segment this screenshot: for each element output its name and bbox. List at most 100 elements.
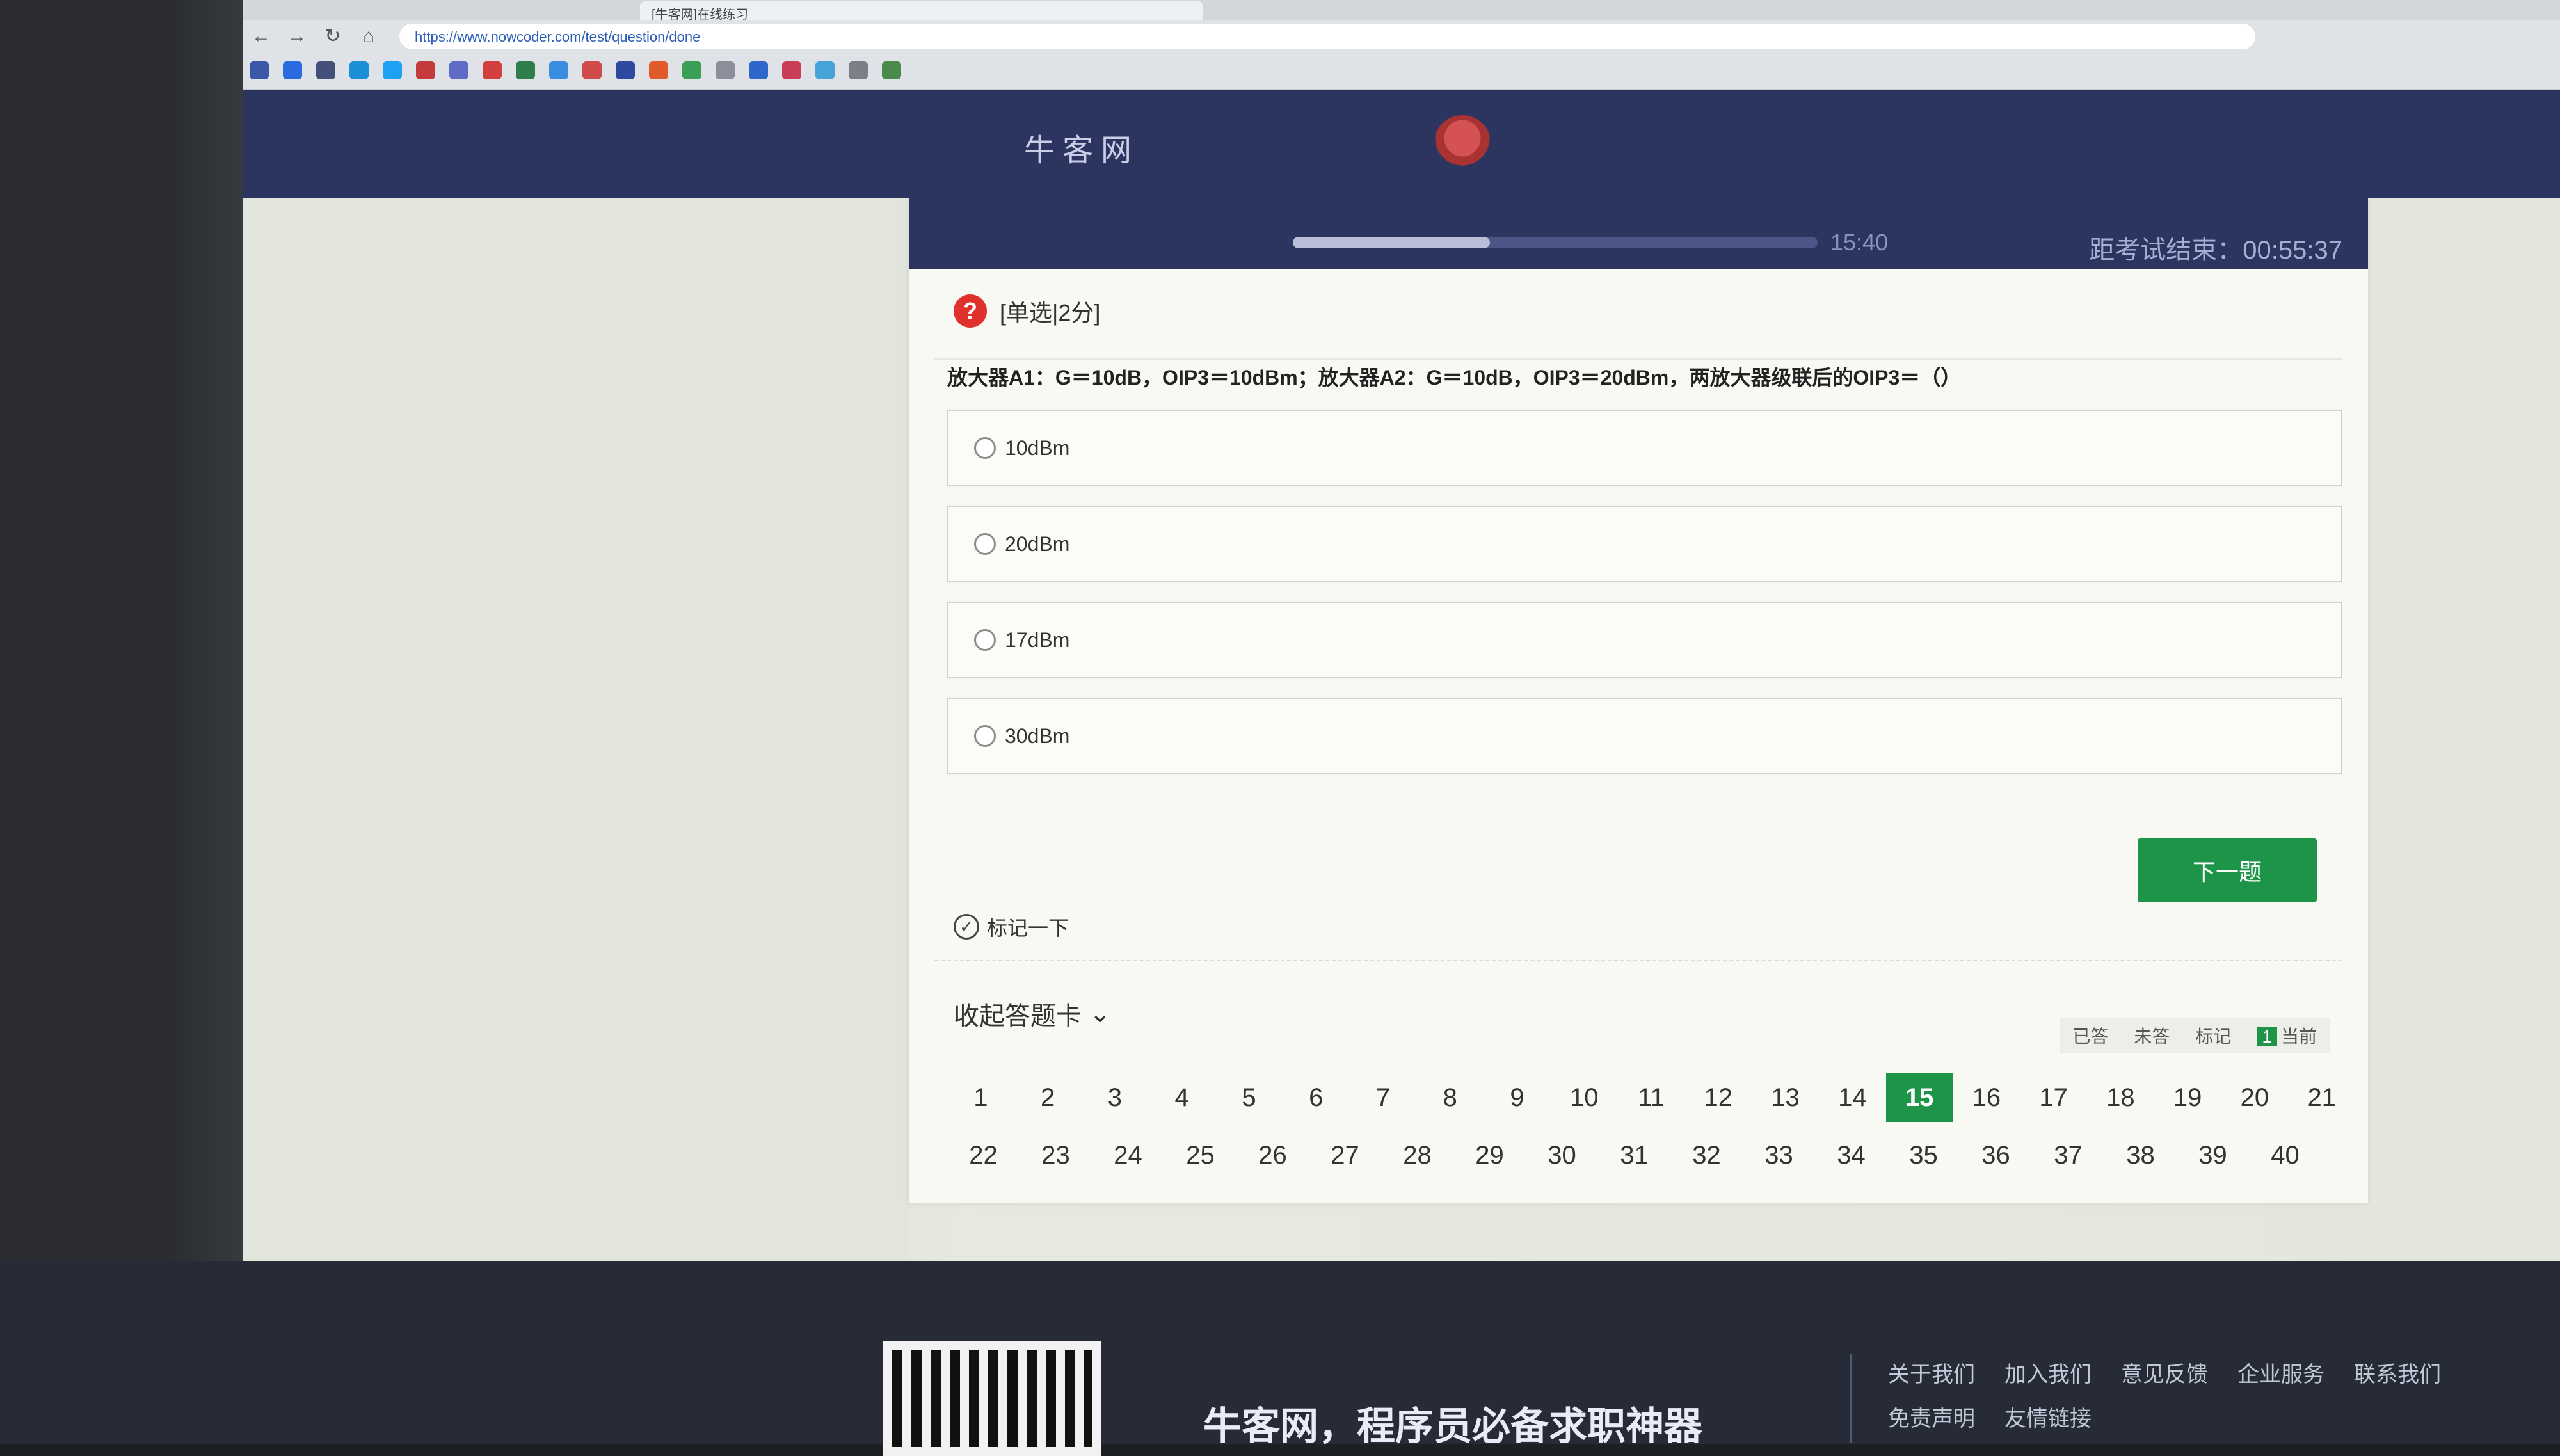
question-number-23[interactable]: 23 [1020,1131,1092,1180]
question-type: [单选|2分] [1000,300,1101,326]
bookmark-icon[interactable] [516,61,535,79]
bookmark-icon[interactable] [749,61,768,79]
collapse-answer-card-button[interactable]: 收起答题卡 ⌄ [954,995,1111,1032]
footer-link[interactable]: 企业服务 [2237,1357,2324,1388]
option-a[interactable]: 10dBm [947,410,2342,486]
question-number-29[interactable]: 29 [1453,1131,1526,1180]
option-label: 30dBm [1005,724,1070,748]
question-number-36[interactable]: 36 [1960,1131,2032,1180]
question-number-39[interactable]: 39 [2177,1131,2249,1180]
question-number-4[interactable]: 4 [1148,1073,1215,1122]
bookmark-icon[interactable] [283,61,302,79]
question-number-10[interactable]: 10 [1551,1073,1618,1122]
question-number-28[interactable]: 28 [1381,1131,1453,1180]
question-number-30[interactable]: 30 [1526,1131,1598,1180]
exam-panel: 15:40 距考试结束：00:55:37 ? [单选|2分] 放大器A1：G＝1… [909,198,2368,1203]
radio-icon[interactable] [974,437,996,459]
radio-icon[interactable] [974,629,996,651]
navigation-bar: ← → ↻ ⌂ https://www.nowcoder.com/test/qu… [243,20,2560,52]
question-number-19[interactable]: 19 [2154,1073,2221,1122]
back-icon[interactable]: ← [243,22,279,51]
site-header: 牛客网 [243,90,2560,198]
bookmark-icon[interactable] [782,61,801,79]
bookmark-icon[interactable] [682,61,701,79]
question-number-7[interactable]: 7 [1350,1073,1417,1122]
question-number-22[interactable]: 22 [947,1131,1020,1180]
question-number-15[interactable]: 15 [1885,1073,1953,1122]
question-number-3[interactable]: 3 [1082,1073,1149,1122]
mark-question-toggle[interactable]: ✓ 标记一下 [954,912,1069,941]
bookmark-icon[interactable] [815,61,835,79]
option-d[interactable]: 30dBm [947,698,2342,774]
bookmark-icon[interactable] [716,61,735,79]
option-b[interactable]: 20dBm [947,506,2342,582]
question-number-38[interactable]: 38 [2104,1131,2177,1180]
question-number-13[interactable]: 13 [1752,1073,1819,1122]
question-number-6[interactable]: 6 [1283,1073,1350,1122]
address-bar[interactable]: https://www.nowcoder.com/test/question/d… [399,24,2255,49]
option-label: 17dBm [1005,628,1070,652]
progress-label: 15:40 [1830,229,1889,255]
mark-label: 标记一下 [987,916,1069,940]
legend-marked: 标记 [2195,1027,2232,1046]
reload-icon[interactable]: ↻ [315,22,351,51]
bookmark-icon[interactable] [383,61,402,79]
bookmark-icon[interactable] [416,61,435,79]
answer-card-toggle-label: 收起答题卡 [954,1002,1082,1030]
question-number-25[interactable]: 25 [1164,1131,1236,1180]
bookmark-icon[interactable] [483,61,502,79]
question-number-9[interactable]: 9 [1484,1073,1551,1122]
question-number-27[interactable]: 27 [1309,1131,1381,1180]
bookmark-icon[interactable] [582,61,602,79]
question-number-34[interactable]: 34 [1815,1131,1887,1180]
bookmark-icon[interactable] [649,61,668,79]
question-number-33[interactable]: 33 [1743,1131,1815,1180]
bookmark-icon[interactable] [849,61,868,79]
option-c[interactable]: 17dBm [947,602,2342,678]
question-number-12[interactable]: 12 [1684,1073,1752,1122]
question-number-18[interactable]: 18 [2087,1073,2154,1122]
question-number-17[interactable]: 17 [2020,1073,2087,1122]
footer-separator [1850,1354,1852,1443]
divider [934,358,2342,360]
legend-current-label: 当前 [2280,1027,2317,1046]
question-number-26[interactable]: 26 [1236,1131,1309,1180]
home-icon[interactable]: ⌂ [351,22,387,51]
footer-link[interactable]: 加入我们 [2004,1357,2092,1388]
bookmark-icon[interactable] [349,61,369,79]
question-number-1[interactable]: 1 [947,1073,1014,1122]
question-number-37[interactable]: 37 [2032,1131,2104,1180]
next-question-button[interactable]: 下一题 [2138,838,2317,902]
footer-link[interactable]: 免责声明 [1888,1401,1975,1432]
question-number-35[interactable]: 35 [1887,1131,1960,1180]
bookmark-icon[interactable] [449,61,468,79]
radio-icon[interactable] [974,725,996,747]
bookmark-icon[interactable] [549,61,568,79]
footer-link[interactable]: 关于我们 [1888,1357,1975,1388]
browser-tab[interactable]: [牛客网]在线练习 [640,1,1203,20]
bookmark-icon[interactable] [316,61,335,79]
footer-link[interactable]: 意见反馈 [2121,1357,2208,1388]
forward-icon[interactable]: → [279,22,315,51]
question-number-8[interactable]: 8 [1416,1073,1484,1122]
question-number-21[interactable]: 21 [2288,1073,2355,1122]
question-number-31[interactable]: 31 [1598,1131,1670,1180]
radio-icon[interactable] [974,533,996,555]
question-number-32[interactable]: 32 [1670,1131,1743,1180]
footer-links: 关于我们 加入我们 意见反馈 企业服务 联系我们 免责声明 友情链接 [1888,1357,2528,1445]
question-number-40[interactable]: 40 [2249,1131,2321,1180]
question-number-24[interactable]: 24 [1092,1131,1164,1180]
question-text: 放大器A1：G＝10dB，OIP3＝10dBm；放大器A2：G＝10dB，OIP… [947,366,1962,389]
footer-link[interactable]: 联系我们 [2354,1357,2441,1388]
question-number-20[interactable]: 20 [2221,1073,2289,1122]
question-number-2[interactable]: 2 [1014,1073,1082,1122]
question-number-16[interactable]: 16 [1953,1073,2020,1122]
bookmark-icon[interactable] [882,61,901,79]
bookmark-icon[interactable] [616,61,635,79]
footer-link[interactable]: 友情链接 [2004,1401,2092,1432]
site-logo[interactable]: 牛客网 [1024,125,1139,170]
question-number-11[interactable]: 11 [1618,1073,1685,1122]
question-number-5[interactable]: 5 [1215,1073,1283,1122]
question-number-14[interactable]: 14 [1819,1073,1886,1122]
bookmark-icon[interactable] [250,61,269,79]
